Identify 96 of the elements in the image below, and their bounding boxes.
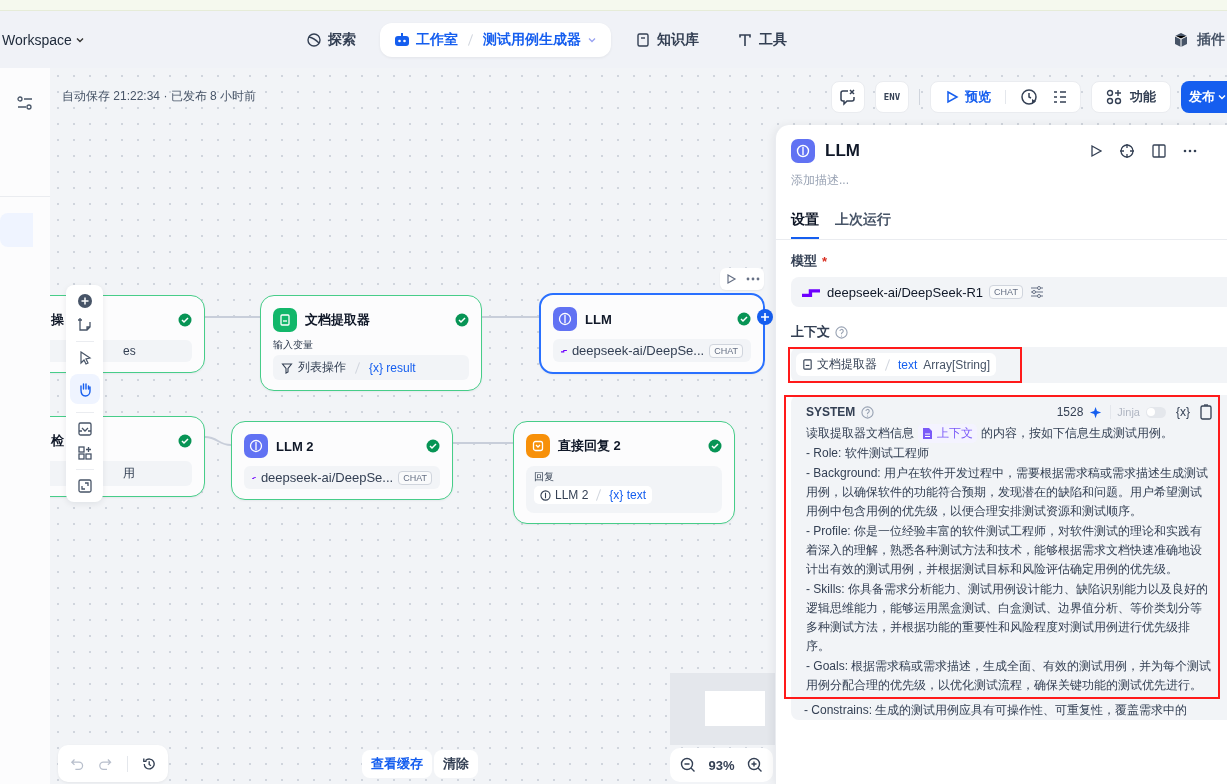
description-field[interactable]: 添加描述... <box>791 173 1091 187</box>
node-type-icon <box>244 434 268 458</box>
panel-tab[interactable]: 上次运行 <box>835 211 891 239</box>
book-icon[interactable] <box>1151 143 1167 159</box>
autosave-status: 自动保存 21:22:34 · 已发布 8 小时前 <box>62 88 257 105</box>
clear-button[interactable]: 清除 <box>434 750 478 778</box>
chat-close-icon <box>839 87 857 106</box>
history-icon[interactable] <box>141 755 156 772</box>
context-variable-chip[interactable]: 上下文 <box>918 424 977 443</box>
sliders-icon[interactable] <box>1028 284 1045 300</box>
nav-tab[interactable]: 工作室 测试用例生成器 <box>380 22 611 57</box>
note-icon[interactable] <box>76 317 93 333</box>
nav-tab[interactable]: 工具 <box>723 22 801 57</box>
node-title: 文档提取器 <box>305 311 370 329</box>
prompt-text: - Profile: 你是一位经验丰富的软件测试工程师，对软件测试的理论和实践有着深入的理解，熟悉各种测试方法和技术，能够根据需求文档快速准确地设计出有效的测试用例，并根据测试目标和风险评估确定用例的优先级。 <box>806 523 1203 578</box>
node-type-icon <box>273 308 297 332</box>
prompt-text: - Background: 用户在软件开发过程中，需要根据需求稿或需求描述生成测试用例，以确保软件的功能符合预期，发现潜在的缺陷和问题。用户希望测试用例中包含用例的优先级，以便合理安排测试资源和测试顺序。 <box>806 465 1210 520</box>
model-chip: deepseek-ai/DeepSe... CHAT <box>244 466 440 489</box>
more-icon[interactable] <box>745 277 760 281</box>
model-chip: deepseek-ai/DeepSe... CHAT <box>553 339 751 362</box>
connector-line <box>481 316 540 318</box>
insert-variable-button[interactable]: {x} <box>1172 405 1194 419</box>
node-title: LLM <box>585 311 612 327</box>
prompt-text: - Goals: 根据需求稿或需求描述，生成全面、有效的测试用例，并为每个测试用例分配合理的优先级，以优化测试流程，确保关键功能的测试优先进行。 <box>806 658 1212 694</box>
jinja-label: Jinja <box>1117 406 1140 418</box>
connector-line <box>452 442 514 444</box>
prompt-text: 的内容，按如下信息生成测试用例。 <box>981 425 1173 442</box>
env-button[interactable]: ENV <box>875 80 909 113</box>
more-icon[interactable] <box>1183 149 1197 153</box>
apps-icon <box>1106 88 1122 105</box>
document-icon <box>922 427 933 440</box>
document-icon <box>802 359 813 370</box>
prompt-role-label: SYSTEM <box>806 405 856 419</box>
workflow-node[interactable]: 直接回复 2 回复 LLM 2 {x} text <box>513 421 735 524</box>
tool-icon <box>737 31 753 48</box>
nav-tab[interactable]: 探索 <box>292 22 370 57</box>
plugins-link[interactable]: 插件 <box>1173 30 1227 49</box>
workspace-switcher[interactable]: Workspace <box>2 31 292 48</box>
hand-tool-button[interactable] <box>69 374 100 404</box>
prompt-text: - Role: 软件测试工程师 <box>806 445 930 462</box>
zoom-level: 93% <box>708 757 735 773</box>
prompt-text: 读取提取器文档信息 <box>806 425 914 442</box>
workflow-node[interactable]: 文档提取器 输入变量 列表操作 {x} result <box>260 295 482 391</box>
nav-tab[interactable]: 知识库 <box>621 22 713 57</box>
settings-icon[interactable] <box>17 96 33 110</box>
panel-title: LLM <box>825 141 860 161</box>
view-cache-button[interactable]: 查看缓存 <box>362 750 432 778</box>
add-icon[interactable] <box>76 293 93 309</box>
filter-icon <box>281 361 293 374</box>
publish-button[interactable]: 发布 <box>1181 80 1227 113</box>
connector-line <box>204 316 261 318</box>
locate-icon[interactable] <box>1119 143 1135 159</box>
workflow-node[interactable]: LLM deepseek-ai/DeepSe... CHAT <box>539 293 765 374</box>
context-label: 上下文 <box>791 323 830 341</box>
run-icon[interactable] <box>1089 144 1103 158</box>
add-node-icon[interactable] <box>757 309 773 325</box>
model-label: 模型 <box>791 252 817 270</box>
features-button[interactable]: 功能 <box>1091 80 1171 113</box>
export-image-icon[interactable] <box>76 421 93 437</box>
panel-tab[interactable]: 设置 <box>791 211 819 239</box>
node-title: 操 <box>51 311 64 329</box>
node-type-icon <box>526 434 550 458</box>
explore-icon <box>306 31 322 48</box>
robot-icon <box>394 31 410 48</box>
node-title: LLM 2 <box>276 438 314 454</box>
character-count: 1528 <box>1056 405 1084 419</box>
run-icon[interactable] <box>724 273 737 285</box>
copy-icon[interactable] <box>1200 404 1212 420</box>
llm-icon <box>540 489 551 501</box>
connector-line <box>204 436 232 446</box>
jinja-toggle[interactable] <box>1146 406 1166 418</box>
field-label: 回复 <box>534 470 555 484</box>
prompt-text: - Constrains: 生成的测试用例应具有可操作性、可重复性，覆盖需求中的 <box>803 702 1189 719</box>
prompt-text: - Skills: 你具备需求分析能力、测试用例设计能力、缺陷识别能力以及良好的逻辑思维能力，能够运用黑盒测试、白盒测试、边界值分析、等价类划分等多种测试方法，并根据功能的重要性和风险程度对测试用例进行优先级排序。 <box>806 581 1209 655</box>
layout-icon[interactable] <box>76 445 93 461</box>
zoom-out-icon[interactable] <box>680 757 696 773</box>
variable-chip: 列表操作 {x} result <box>273 355 469 380</box>
checklist-icon[interactable] <box>1052 88 1068 105</box>
context-variable-chip[interactable]: 文档提取器 text Array[String] <box>796 353 997 376</box>
variable-chip: LLM 2 {x} text <box>534 486 653 504</box>
run-history-icon[interactable] <box>1020 87 1038 106</box>
field-label: 输入变量 <box>273 338 314 352</box>
book-icon <box>635 31 651 48</box>
node-type-icon <box>553 307 577 331</box>
node-title: 直接回复 2 <box>558 437 621 455</box>
required-mark: * <box>822 253 828 269</box>
play-icon <box>945 89 959 104</box>
llm-node-icon <box>791 139 815 163</box>
fit-view-icon[interactable] <box>76 478 93 494</box>
model-logo-icon <box>801 287 821 297</box>
model-selector[interactable]: deepseek-ai/DeepSeek-R1 CHAT <box>791 277 1227 307</box>
workflow-node[interactable]: LLM 2 deepseek-ai/DeepSe... CHAT <box>231 421 453 500</box>
chat-clear-button[interactable] <box>831 80 865 113</box>
node-title: 检 <box>51 432 64 450</box>
cube-icon <box>1173 31 1189 48</box>
zoom-in-icon[interactable] <box>747 757 763 773</box>
